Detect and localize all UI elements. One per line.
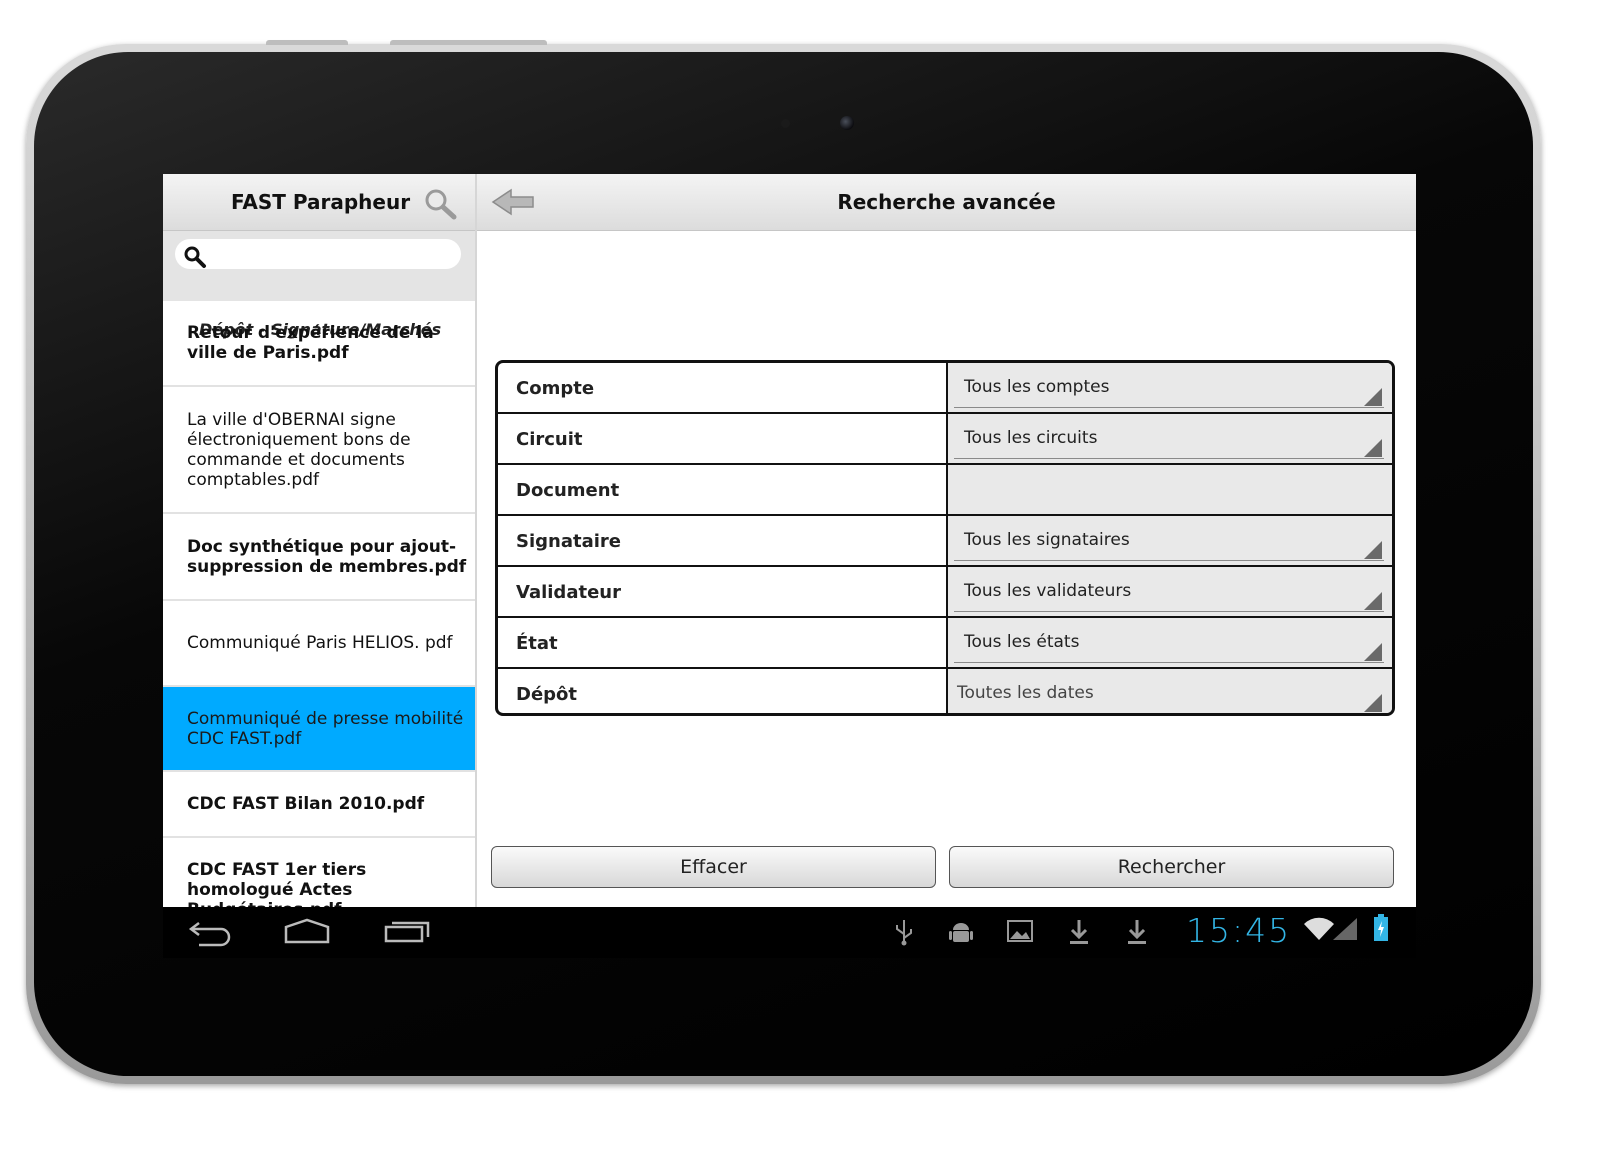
- document-item[interactable]: CDC FAST Bilan 2010.pdf: [163, 772, 475, 838]
- field-label: Circuit: [498, 414, 948, 465]
- usb-icon: [896, 920, 912, 946]
- field-label: Signataire: [498, 516, 948, 567]
- document-item-label: Communiqué Paris HELIOS. pdf: [187, 633, 453, 653]
- dropdown-value: Tous les signataires: [964, 530, 1130, 550]
- search-form: Compte Tous les comptes Circuit Tous les…: [495, 360, 1395, 716]
- home-icon[interactable]: [283, 917, 331, 947]
- dropdown-arrow-icon: [1364, 541, 1382, 559]
- search-button[interactable]: Rechercher: [949, 846, 1394, 888]
- hardware-button: [266, 40, 348, 45]
- deposit-date-dropdown[interactable]: Toutes les dates: [948, 669, 1392, 714]
- document-item-selected[interactable]: Communiqué de presse mobilité CDC FAST.p…: [163, 687, 475, 772]
- app-title: FAST Parapheur: [231, 190, 411, 214]
- form-row-validator: Validateur Tous les validateurs: [498, 565, 1392, 618]
- form-row-signatory: Signataire Tous les signataires: [498, 514, 1392, 567]
- document-item[interactable]: Communiqué Paris HELIOS. pdf: [163, 601, 475, 687]
- dropdown-value: Toutes les dates: [957, 683, 1094, 703]
- circuit-dropdown[interactable]: Tous les circuits: [948, 414, 1392, 465]
- field-label: Document: [498, 465, 948, 516]
- dropdown-arrow-icon: [1364, 592, 1382, 610]
- field-label: État: [498, 618, 948, 669]
- dropdown-value: Tous les états: [964, 632, 1080, 652]
- state-dropdown[interactable]: Tous les états: [948, 618, 1392, 669]
- form-row-state: État Tous les états: [498, 616, 1392, 669]
- document-item[interactable]: CDC FAST 1er tiers homologué Actes Budgé…: [163, 838, 475, 907]
- document-item[interactable]: Retour d'expérience de la ville de Paris…: [163, 301, 475, 387]
- signal-icon: [1333, 918, 1357, 940]
- app-window: FAST Parapheur Dépôt - Signature/Marchés…: [163, 174, 1416, 907]
- field-label: Compte: [498, 363, 948, 414]
- account-dropdown[interactable]: Tous les comptes: [948, 363, 1392, 414]
- divider: [954, 713, 1384, 714]
- dropdown-value: Tous les comptes: [964, 377, 1110, 397]
- page-title: Recherche avancée: [837, 190, 1056, 214]
- document-list: Retour d'expérience de la ville de Paris…: [163, 301, 475, 907]
- search-icon: [184, 246, 206, 268]
- divider: [954, 407, 1384, 408]
- divider: [954, 662, 1384, 663]
- divider: [954, 611, 1384, 612]
- document-item-label: Communiqué de presse mobilité CDC FAST.p…: [187, 708, 464, 749]
- back-icon[interactable]: [187, 917, 233, 947]
- form-row-account: Compte Tous les comptes: [498, 363, 1392, 414]
- document-item[interactable]: Doc synthétique pour ajout-suppression d…: [163, 514, 475, 601]
- dropdown-arrow-icon: [1364, 694, 1382, 712]
- android-debug-icon: [949, 923, 973, 942]
- dropdown-arrow-icon: [1364, 643, 1382, 661]
- form-row-document: Document: [498, 463, 1392, 516]
- sidebar-header: FAST Parapheur: [163, 174, 475, 231]
- dropdown-value: Tous les validateurs: [964, 581, 1132, 601]
- search-input[interactable]: [175, 239, 461, 269]
- recent-apps-icon[interactable]: [383, 917, 431, 947]
- signatory-dropdown[interactable]: Tous les signataires: [948, 516, 1392, 567]
- document-item-label: Retour d'expérience de la ville de Paris…: [187, 323, 434, 363]
- hardware-button: [390, 40, 547, 45]
- field-label: Validateur: [498, 567, 948, 618]
- main-panel: Recherche avancée Compte Tous les compte…: [477, 174, 1416, 907]
- battery-icon: [1374, 914, 1388, 941]
- search-icon[interactable]: [421, 186, 461, 220]
- form-row-circuit: Circuit Tous les circuits: [498, 412, 1392, 465]
- download-icon: [1128, 920, 1146, 944]
- dropdown-arrow-icon: [1364, 439, 1382, 457]
- document-item-label: La ville d'OBERNAI signe électroniquemen…: [187, 409, 411, 490]
- document-item-label: CDC FAST Bilan 2010.pdf: [187, 794, 425, 814]
- clear-button[interactable]: Effacer: [491, 846, 936, 888]
- divider: [954, 458, 1384, 459]
- document-item-label: CDC FAST 1er tiers homologué Actes Budgé…: [187, 860, 367, 907]
- sensor: [781, 119, 790, 128]
- clock: 15:45: [1186, 911, 1292, 950]
- sidebar: FAST Parapheur Dépôt - Signature/Marchés…: [163, 174, 477, 907]
- dropdown-arrow-icon: [1364, 388, 1382, 406]
- field-label: Dépôt: [498, 669, 948, 713]
- document-item[interactable]: La ville d'OBERNAI signe électroniquemen…: [163, 387, 475, 514]
- main-header: Recherche avancée: [477, 174, 1416, 231]
- form-row-deposit: Dépôt Toutes les dates: [498, 667, 1392, 714]
- document-item-label: Doc synthétique pour ajout-suppression d…: [187, 536, 467, 577]
- image-icon: [1007, 920, 1033, 942]
- dropdown-value: Tous les circuits: [964, 428, 1098, 448]
- document-field[interactable]: [948, 465, 1392, 516]
- divider: [954, 560, 1384, 561]
- screen: FAST Parapheur Dépôt - Signature/Marchés…: [163, 174, 1416, 958]
- validator-dropdown[interactable]: Tous les validateurs: [948, 567, 1392, 618]
- system-nav-bar: 15:45: [163, 907, 1416, 958]
- search-bar: Dépôt - Signature/Marchés: [163, 231, 475, 339]
- front-camera: [840, 116, 854, 130]
- download-icon: [1070, 920, 1088, 944]
